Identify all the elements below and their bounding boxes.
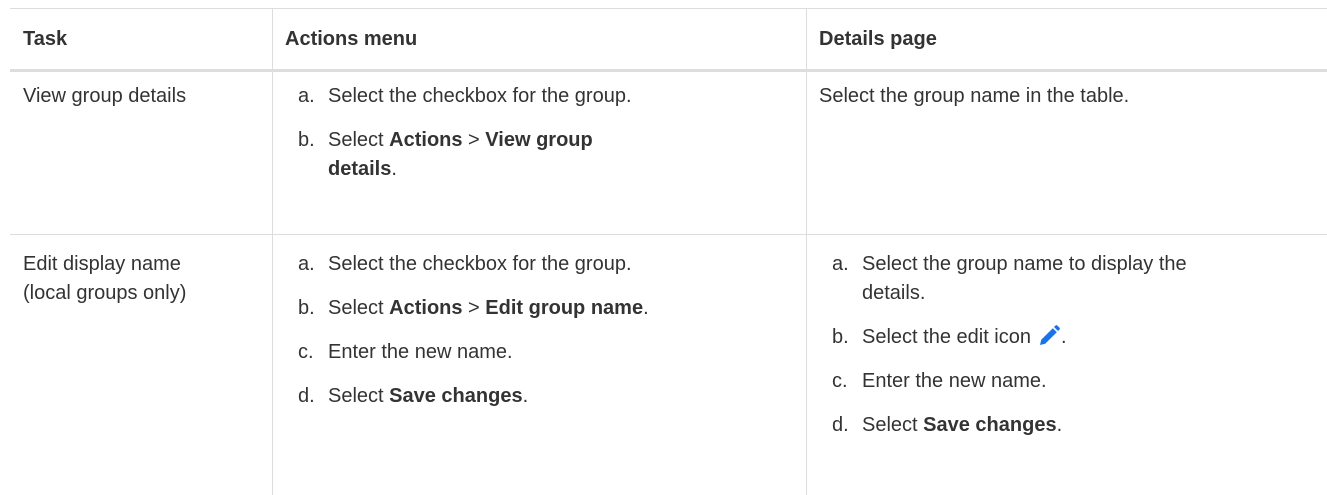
step-text-pre: Select — [328, 385, 390, 407]
step-marker: d. — [832, 414, 849, 436]
row-1-actions-step-a: a. Select the checkbox for the group. — [298, 82, 798, 111]
step-text: Enter the new name. — [862, 370, 1047, 392]
step-text: Select Save changes. — [328, 382, 798, 411]
row-2-actions-step-a: a. Select the checkbox for the group. — [298, 250, 798, 279]
step-text-post: . — [643, 297, 649, 319]
task-table: Task Actions menu Details page View grou… — [10, 8, 1327, 495]
header-divider — [10, 69, 1327, 72]
row-2-actions-step-b: b. Select Actions > Edit group name. — [298, 294, 798, 323]
row-2-details-step-b: b. Select the edit icon. — [832, 323, 1322, 352]
step-marker: b. — [832, 326, 849, 348]
pencil-edit-icon — [1037, 324, 1061, 348]
column-divider — [806, 9, 807, 495]
row-2-actions-step-d: d. Select Save changes. — [298, 382, 798, 411]
row-2-actions-step-c: c. Enter the new name. — [298, 338, 798, 367]
view-group-details-label-cont: details — [328, 158, 392, 180]
save-changes-label: Save changes — [923, 414, 1057, 436]
step-marker: c. — [298, 341, 314, 363]
row-1-details-text: Select the group name in the table. — [819, 85, 1130, 107]
step-text-pre: Select the edit icon — [862, 326, 1031, 348]
step-text: Select the group name to display the — [862, 253, 1187, 275]
row-1-actions-step-b: b. Select Actions > View group details. — [298, 126, 798, 184]
step-text: Select the checkbox for the group. — [328, 253, 632, 275]
row-2-details-step-c: c. Enter the new name. — [832, 367, 1322, 396]
edit-group-name-label: Edit group name — [485, 297, 644, 319]
step-marker: d. — [298, 385, 315, 407]
view-group-details-label: View group — [485, 129, 593, 151]
step-text-post: . — [522, 385, 529, 407]
header-task: Task — [23, 28, 68, 50]
save-changes-label: Save changes — [389, 385, 523, 407]
row-divider — [10, 234, 1327, 235]
step-marker: c. — [832, 370, 848, 392]
actions-menu-label: Actions — [389, 297, 463, 319]
step-text-continued: details. — [862, 282, 926, 304]
step-text-continued: details. — [328, 155, 798, 184]
row-2-task-line-1: Edit display name — [23, 253, 181, 275]
step-marker: a. — [298, 85, 315, 107]
step-text: Select Actions > View group — [328, 126, 798, 155]
step-marker: b. — [298, 297, 315, 319]
header-details-page: Details page — [819, 28, 937, 50]
menu-separator: > — [462, 129, 486, 151]
step-marker: a. — [298, 253, 315, 275]
header-actions-menu: Actions menu — [285, 28, 418, 50]
row-1-task: View group details — [23, 85, 187, 107]
step-text: Select the checkbox for the group. — [328, 85, 632, 107]
step-text: Select the edit icon. — [862, 323, 1322, 352]
column-divider — [272, 9, 273, 495]
step-text: Enter the new name. — [328, 341, 513, 363]
row-2-task-line-2: (local groups only) — [23, 282, 187, 304]
step-text: Select Save changes. — [862, 411, 1322, 440]
step-text-post: . — [391, 158, 397, 180]
step-text-pre: Select — [328, 129, 390, 151]
actions-menu-label: Actions — [389, 129, 463, 151]
step-text-pre: Select — [328, 297, 390, 319]
row-2-details-step-d: d. Select Save changes. — [832, 411, 1322, 440]
step-text-post: . — [1061, 326, 1067, 348]
step-marker: a. — [832, 253, 849, 275]
row-2-details-step-a: a. Select the group name to display the … — [832, 250, 1322, 308]
step-text-pre: Select — [862, 414, 924, 436]
step-text-post: . — [1056, 414, 1063, 436]
step-marker: b. — [298, 129, 315, 151]
step-text: Select Actions > Edit group name. — [328, 294, 798, 323]
menu-separator: > — [462, 297, 486, 319]
